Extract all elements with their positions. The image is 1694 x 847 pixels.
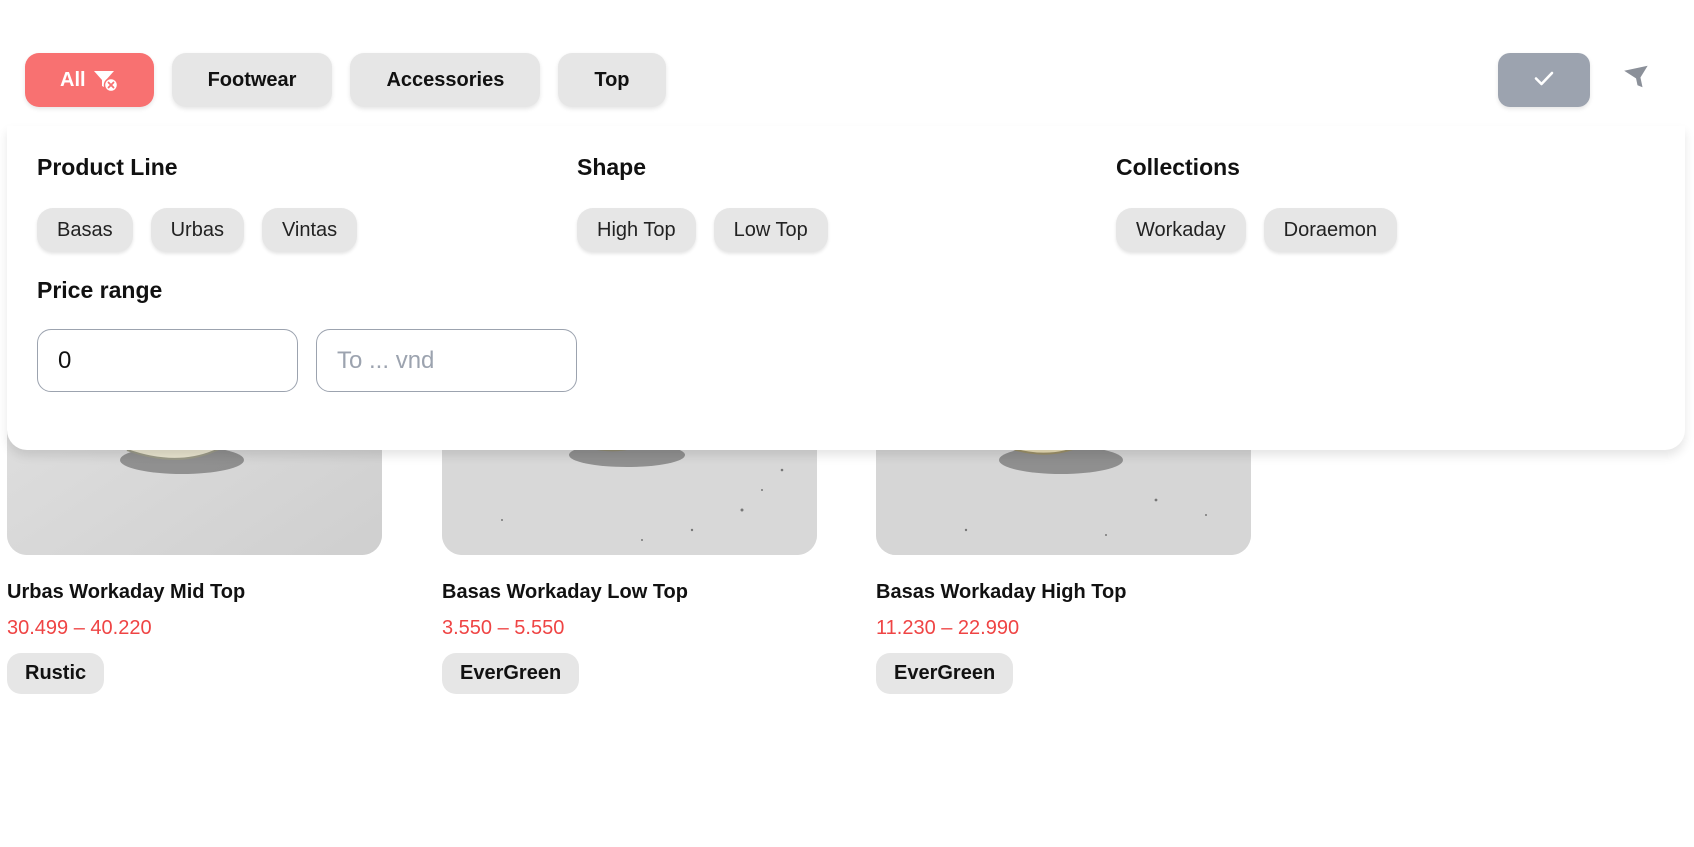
product-price: 3.550 – 5.550 <box>442 617 565 639</box>
filter-panel: Product Line Basas Urbas Vintas Shape Hi… <box>7 126 1685 450</box>
category-footwear-button[interactable]: Footwear <box>171 53 333 107</box>
filter-chip-list: Workaday Doraemon <box>1116 208 1398 252</box>
price-from-input[interactable] <box>37 329 298 392</box>
filter-clear-icon <box>92 66 120 94</box>
product-name[interactable]: Basas Workaday High Top <box>876 581 1251 605</box>
filter-group-title: Shape <box>577 154 647 180</box>
filter-chip-high-top[interactable]: High Top <box>577 208 696 252</box>
category-accessories-button[interactable]: Accessories <box>350 53 541 107</box>
price-to-input[interactable] <box>316 329 577 392</box>
filter-chip-vintas[interactable]: Vintas <box>261 208 358 252</box>
filter-chip-doraemon[interactable]: Doraemon <box>1263 208 1398 252</box>
filter-group-shape: Shape High Top Low Top <box>577 152 828 252</box>
category-all-label: All <box>60 68 86 91</box>
filter-chip-basas[interactable]: Basas <box>37 208 133 252</box>
product-price: 11.230 – 22.990 <box>876 617 1020 639</box>
category-top-button[interactable]: Top <box>558 53 666 107</box>
filter-chip-workaday[interactable]: Workaday <box>1116 208 1246 252</box>
product-name[interactable]: Urbas Workaday Mid Top <box>7 581 382 605</box>
filter-group-collections: Collections Workaday Doraemon <box>1116 152 1398 252</box>
product-name[interactable]: Basas Workaday Low Top <box>442 581 817 605</box>
product-listing-page: All Footwear Accessories Top Urbas Worka… <box>0 0 1694 847</box>
filter-chip-list: Basas Urbas Vintas <box>37 208 358 252</box>
check-icon <box>1532 66 1556 95</box>
filter-group-title: Price range <box>37 277 163 303</box>
category-bar: All Footwear Accessories Top <box>25 53 666 107</box>
filter-group-title: Product Line <box>37 154 178 180</box>
filter-group-title: Collections <box>1116 154 1240 180</box>
apply-filter-button[interactable] <box>1498 53 1590 107</box>
filter-group-product-line: Product Line Basas Urbas Vintas <box>37 152 358 252</box>
filter-chip-list: High Top Low Top <box>577 208 828 252</box>
category-all-button[interactable]: All <box>25 53 154 107</box>
filter-group-price-range: Price range <box>37 275 577 392</box>
product-price: 30.499 – 40.220 <box>7 617 152 639</box>
product-tag-badge: EverGreen <box>876 653 1014 694</box>
filter-chip-low-top[interactable]: Low Top <box>713 208 828 252</box>
filter-chip-urbas[interactable]: Urbas <box>150 208 244 252</box>
filter-toggle-button[interactable] <box>1622 64 1654 96</box>
price-range-inputs <box>37 329 577 392</box>
product-tag-badge: Rustic <box>7 653 105 694</box>
product-tag-badge: EverGreen <box>442 653 580 694</box>
funnel-icon <box>1624 64 1652 97</box>
